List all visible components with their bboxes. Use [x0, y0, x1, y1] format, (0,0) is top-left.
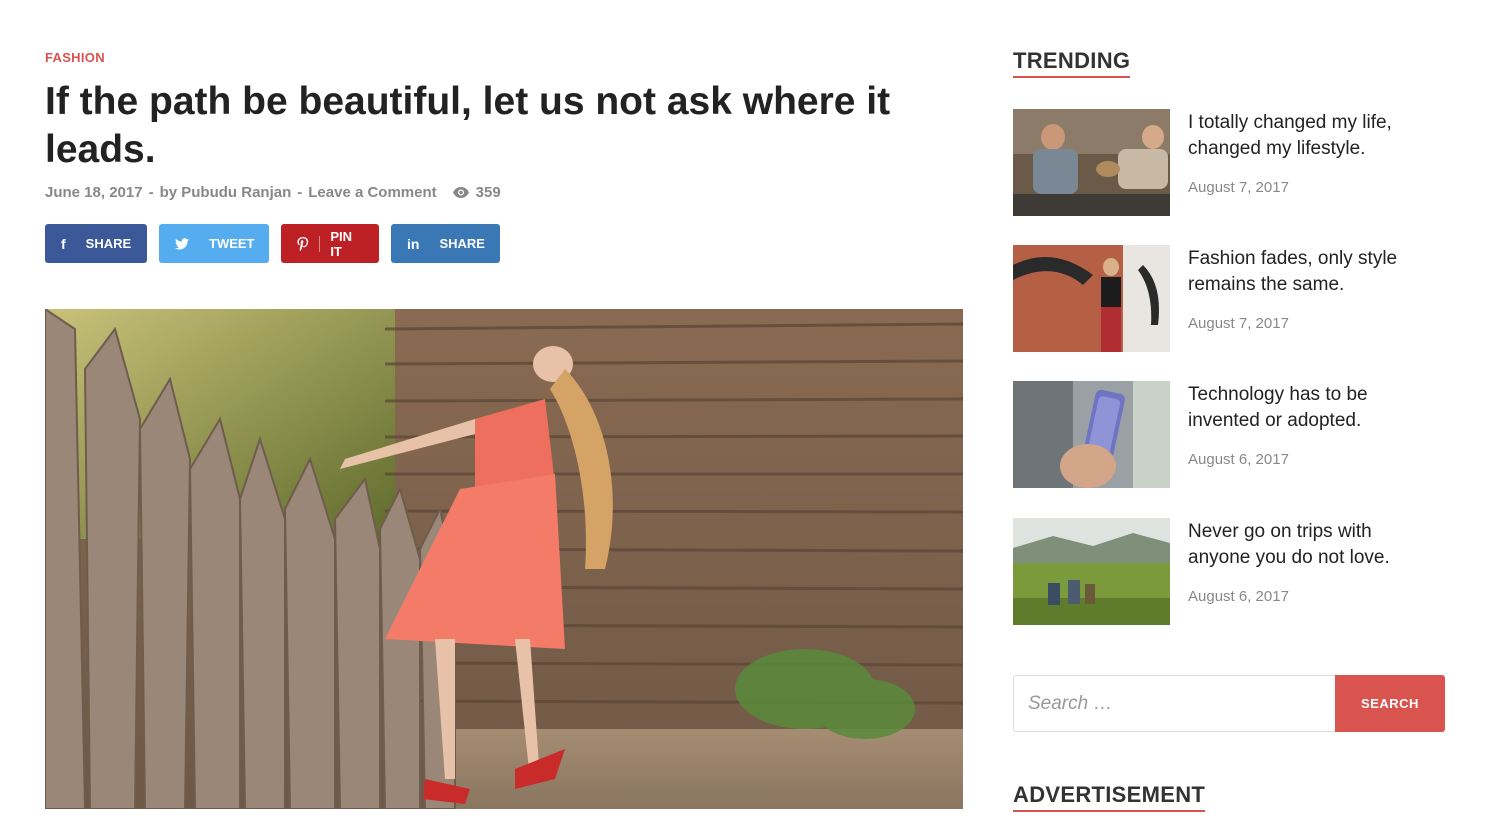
trending-item[interactable]: Fashion fades, only style remains the sa… — [1013, 245, 1445, 353]
pinterest-icon — [297, 236, 309, 251]
trending-item[interactable]: Never go on trips with anyone you do not… — [1013, 518, 1445, 626]
search-input[interactable] — [1013, 675, 1335, 732]
trending-item-date: August 7, 2017 — [1188, 315, 1289, 332]
trending-item-title[interactable]: I totally changed my life, changed my li… — [1188, 110, 1438, 162]
linkedin-share-label: SHARE — [439, 236, 485, 251]
trending-thumbnail-photo — [1013, 518, 1170, 625]
trending-item-date: August 6, 2017 — [1188, 588, 1289, 605]
comment-link[interactable]: Leave a Comment — [308, 184, 436, 201]
pinterest-share-label: PIN IT — [330, 228, 352, 259]
pinterest-share-button[interactable]: PIN IT — [281, 224, 379, 263]
meta-separator: - — [148, 184, 154, 201]
search-form: SEARCH — [1013, 675, 1445, 732]
twitter-icon — [175, 237, 189, 250]
linkedin-share-button[interactable]: in SHARE — [391, 224, 500, 263]
category-link[interactable]: FASHION — [45, 50, 105, 65]
twitter-share-label: TWEET — [209, 236, 255, 251]
trending-thumbnail[interactable] — [1013, 245, 1170, 352]
facebook-share-button[interactable]: f SHARE — [45, 224, 147, 263]
featured-image — [45, 309, 963, 809]
view-count: 359 — [452, 184, 501, 201]
trending-thumbnail[interactable] — [1013, 518, 1170, 625]
trending-item-date: August 7, 2017 — [1188, 179, 1289, 196]
facebook-share-label: SHARE — [85, 236, 132, 251]
article-title: If the path be beautiful, let us not ask… — [45, 80, 891, 171]
post-date[interactable]: June 18, 2017 — [45, 184, 143, 201]
trending-item-title[interactable]: Technology has to be invented or adopted… — [1188, 382, 1438, 434]
search-button[interactable]: SEARCH — [1335, 675, 1445, 732]
trending-thumbnail-photo — [1013, 109, 1170, 216]
article-meta: June 18, 2017 - by Pubudu Ranjan - Leave… — [45, 184, 501, 201]
trending-item-title[interactable]: Never go on trips with anyone you do not… — [1188, 519, 1438, 571]
share-buttons: f SHARE TWEET PIN IT in SHARE — [45, 224, 512, 263]
trending-item[interactable]: Technology has to be invented or adopted… — [1013, 381, 1445, 489]
trending-thumbnail-photo — [1013, 245, 1170, 352]
meta-separator: - — [297, 184, 303, 201]
trending-thumbnail[interactable] — [1013, 109, 1170, 216]
trending-item-title[interactable]: Fashion fades, only style remains the sa… — [1188, 246, 1438, 298]
button-divider — [319, 235, 321, 252]
advertisement-heading: ADVERTISEMENT — [1013, 782, 1206, 812]
trending-thumbnail-photo — [1013, 381, 1170, 488]
view-count-value: 359 — [475, 184, 501, 201]
linkedin-icon: in — [407, 235, 420, 252]
featured-photo — [45, 309, 963, 809]
trending-item-date: August 6, 2017 — [1188, 451, 1289, 468]
trending-item[interactable]: I totally changed my life, changed my li… — [1013, 109, 1445, 217]
post-author[interactable]: by Pubudu Ranjan — [160, 184, 292, 201]
twitter-share-button[interactable]: TWEET — [159, 224, 269, 263]
trending-thumbnail[interactable] — [1013, 381, 1170, 488]
facebook-icon: f — [61, 235, 66, 252]
eye-icon — [452, 187, 469, 198]
trending-heading: TRENDING — [1013, 48, 1131, 78]
